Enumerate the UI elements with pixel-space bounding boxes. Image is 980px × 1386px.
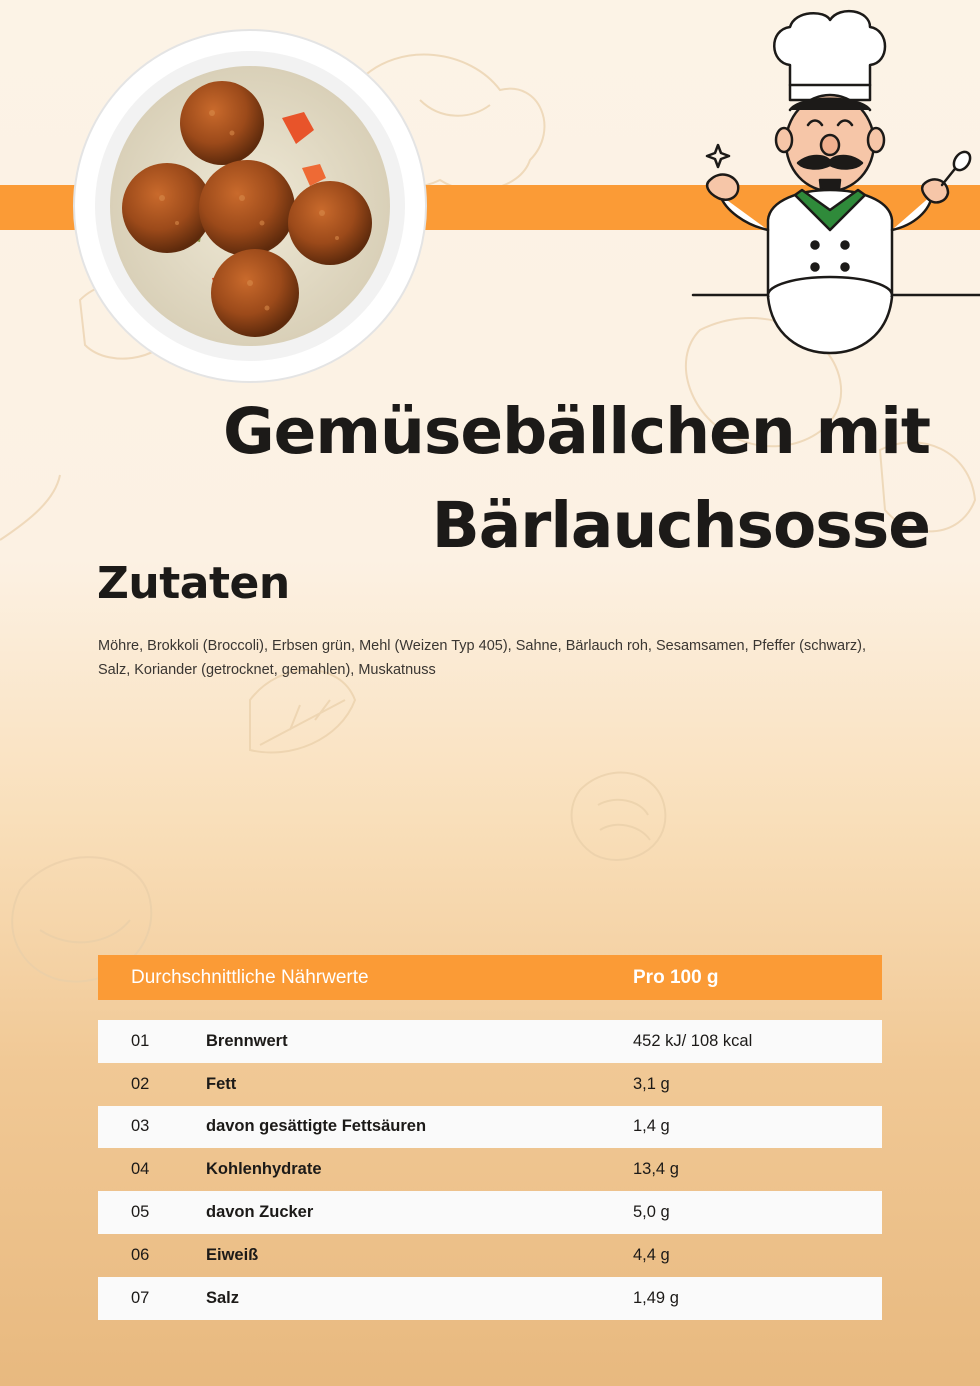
recipe-title-line2: Bärlauchsosse <box>431 489 931 562</box>
row-name: Salz <box>206 1288 240 1307</box>
table-row: 01 Brennwert 452 kJ/ 108 kcal <box>98 1020 882 1063</box>
row-name: davon gesättigte Fettsäuren <box>206 1117 427 1136</box>
row-name: Kohlenhydrate <box>206 1160 322 1179</box>
table-row: 07 Salz 1,49 g <box>98 1276 882 1320</box>
table-row: 02 Fett 3,1 g <box>98 1063 882 1106</box>
row-number: 01 <box>131 1031 150 1050</box>
recipe-title-line1: Gemüsebällchen mit <box>222 395 931 468</box>
nutrition-table-body: 01 Brennwert 452 kJ/ 108 kcal 02 Fett 3,… <box>98 1020 882 1320</box>
row-name: Eiweiß <box>206 1245 259 1264</box>
row-name: Brennwert <box>206 1031 288 1050</box>
row-number: 04 <box>131 1160 150 1179</box>
nutrition-table: Durchschnittliche Nährwerte Pro 100 g 01… <box>98 955 882 1320</box>
row-value: 452 kJ/ 108 kcal <box>633 1031 753 1050</box>
bowl-with-vegetable-balls-image <box>73 29 427 383</box>
row-number: 03 <box>131 1117 150 1136</box>
recipe-title: Gemüsebällchen mit Bärlauchsosse <box>70 385 931 573</box>
row-value: 13,4 g <box>633 1160 679 1179</box>
nutrition-header-value: Pro 100 g <box>633 966 719 988</box>
row-name: Fett <box>206 1074 237 1093</box>
row-number: 05 <box>131 1203 150 1222</box>
table-row: 05 davon Zucker 5,0 g <box>98 1191 882 1234</box>
row-value: 4,4 g <box>633 1245 670 1264</box>
row-value: 1,49 g <box>633 1288 679 1307</box>
row-value: 1,4 g <box>633 1117 670 1136</box>
chef-illustration <box>691 9 980 355</box>
nutrition-table-header: Durchschnittliche Nährwerte Pro 100 g <box>98 955 882 1000</box>
row-value: 5,0 g <box>633 1203 670 1222</box>
nutrition-header-label: Durchschnittliche Nährwerte <box>131 966 369 988</box>
table-row: 04 Kohlenhydrate 13,4 g <box>98 1148 882 1191</box>
row-name: davon Zucker <box>206 1203 314 1222</box>
ingredients-heading: Zutaten <box>97 558 290 609</box>
row-number: 07 <box>131 1288 150 1307</box>
ingredients-text: Möhre, Brokkoli (Broccoli), Erbsen grün,… <box>98 638 867 678</box>
table-row: 06 Eiweiß 4,4 g <box>98 1234 882 1277</box>
row-value: 3,1 g <box>633 1074 670 1093</box>
row-number: 02 <box>131 1074 150 1093</box>
row-number: 06 <box>131 1245 150 1264</box>
table-row: 03 davon gesättigte Fettsäuren 1,4 g <box>98 1105 882 1149</box>
